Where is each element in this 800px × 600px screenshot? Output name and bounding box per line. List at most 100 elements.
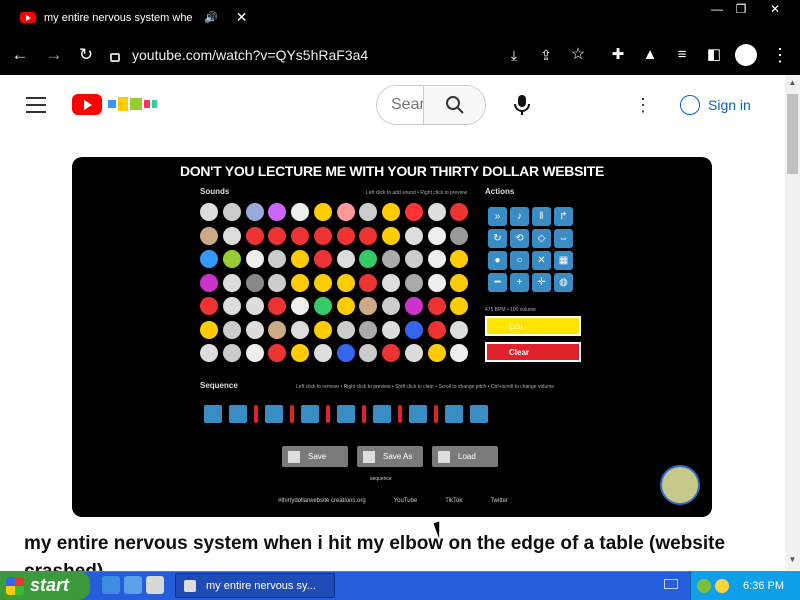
upload-icon bbox=[438, 450, 450, 463]
footer-link: TikTok bbox=[445, 498, 463, 504]
back-icon[interactable]: ← bbox=[8, 43, 32, 67]
video-footer-links: #thirtydollarwebsite creations.org YouTu… bbox=[278, 498, 508, 504]
settings-kebab-icon[interactable]: ⋮ bbox=[634, 95, 652, 115]
speaker-icon[interactable]: 🔊 bbox=[204, 11, 218, 24]
desktop-quicklaunch-icon[interactable] bbox=[124, 576, 142, 594]
sound-icon bbox=[200, 344, 218, 363]
jump-icon[interactable]: ↱ bbox=[554, 207, 573, 226]
url-text: youtube.com/watch?v=QYs5hRaF3a4 bbox=[132, 47, 369, 63]
window-close-icon[interactable]: ✕ bbox=[760, 0, 790, 18]
sequence-row bbox=[204, 405, 534, 423]
share-icon[interactable]: ⇪ bbox=[534, 43, 558, 67]
sound-icon bbox=[404, 203, 423, 221]
plus-icon[interactable]: + bbox=[510, 273, 529, 292]
youtube-logo[interactable] bbox=[72, 94, 102, 115]
hamburger-menu-icon[interactable] bbox=[26, 97, 46, 113]
install-icon[interactable]: ⤓ bbox=[502, 43, 526, 67]
loop-alt-icon[interactable]: ⟲ bbox=[510, 229, 529, 248]
arrows-icon[interactable]: ⇔ bbox=[554, 229, 573, 248]
reload-icon[interactable]: ↻ bbox=[74, 43, 98, 67]
pause-icon[interactable]: ‖ bbox=[532, 207, 551, 226]
sequence-divider bbox=[290, 405, 294, 423]
circle-icon[interactable]: ○ bbox=[510, 251, 529, 270]
sound-icon bbox=[222, 203, 241, 221]
actions-grid: » ♪ ‖ ↱ ↻ ⟲ ◇ ⇔ ● ○ ✕ ▦ ━ + ✛ ◍ bbox=[488, 207, 580, 292]
sidepanel-icon[interactable]: ◧ bbox=[702, 43, 726, 67]
scrollbar-thumb[interactable] bbox=[787, 94, 798, 174]
labs-icon[interactable]: ▲ bbox=[638, 43, 662, 67]
extensions-icon[interactable]: ✚ bbox=[606, 43, 630, 67]
youtube-doodle-icon[interactable] bbox=[106, 94, 158, 115]
sound-icon bbox=[313, 203, 332, 221]
clear-button[interactable]: Clear bbox=[485, 342, 581, 362]
scroll-up-icon[interactable]: ▲ bbox=[785, 78, 800, 90]
sequence-item[interactable] bbox=[373, 405, 391, 423]
save-button[interactable]: Save bbox=[282, 446, 348, 467]
sound-icon bbox=[268, 297, 287, 316]
sequence-item[interactable] bbox=[470, 405, 488, 423]
edit-button[interactable]: Edit bbox=[485, 316, 581, 336]
media-quicklaunch-icon[interactable] bbox=[146, 576, 164, 594]
tray-app-icon-2[interactable] bbox=[715, 578, 730, 593]
sequence-item[interactable] bbox=[409, 405, 427, 423]
loop-icon[interactable]: ↻ bbox=[488, 229, 507, 248]
taskbar-window-label: my entire nervous sy... bbox=[206, 579, 316, 592]
palette-icon[interactable]: ◍ bbox=[554, 273, 573, 292]
sign-in-button[interactable]: Sign in bbox=[680, 91, 751, 119]
sound-icon bbox=[359, 297, 378, 316]
sound-icon bbox=[450, 320, 469, 339]
media-icon[interactable]: ≡ bbox=[670, 43, 694, 67]
forward-icon[interactable]: → bbox=[42, 43, 66, 67]
dot-icon[interactable]: ● bbox=[488, 251, 507, 270]
save-as-button[interactable]: Save As bbox=[357, 446, 423, 467]
sound-icon bbox=[382, 226, 400, 245]
sound-icon bbox=[427, 226, 446, 245]
line-icon[interactable]: ━ bbox=[488, 273, 507, 292]
search-input[interactable] bbox=[377, 86, 423, 124]
grid-icon[interactable]: ▦ bbox=[554, 251, 573, 270]
sound-icon bbox=[382, 203, 400, 221]
channel-watermark-icon[interactable] bbox=[660, 465, 700, 505]
fast-forward-icon[interactable]: » bbox=[488, 207, 507, 226]
sequence-item[interactable] bbox=[265, 405, 283, 423]
volume-icon[interactable]: ♪ bbox=[510, 207, 529, 226]
sequence-item[interactable] bbox=[301, 405, 319, 423]
sequence-item[interactable] bbox=[337, 405, 355, 423]
diamond-icon[interactable]: ◇ bbox=[532, 229, 551, 248]
load-button[interactable]: Load bbox=[432, 446, 498, 467]
sound-icon bbox=[222, 320, 241, 339]
menu-icon[interactable]: ⋮ bbox=[768, 43, 792, 67]
cross-icon[interactable]: ✛ bbox=[532, 273, 551, 292]
sound-icon bbox=[200, 226, 218, 245]
windows-taskbar bbox=[0, 571, 800, 600]
footer-link: YouTube bbox=[393, 498, 418, 504]
taskbar-window-button[interactable]: my entire nervous sy... bbox=[175, 573, 335, 598]
address-bar[interactable]: youtube.com/watch?v=QYs5hRaF3a4 bbox=[110, 40, 490, 70]
scroll-down-icon[interactable]: ▼ bbox=[785, 555, 800, 567]
start-button[interactable]: start bbox=[0, 571, 90, 600]
ie-quicklaunch-icon[interactable] bbox=[102, 576, 120, 594]
sound-icon bbox=[382, 297, 400, 316]
search-box[interactable] bbox=[376, 85, 486, 125]
microphone-icon[interactable] bbox=[512, 94, 532, 116]
sequence-item[interactable] bbox=[445, 405, 463, 423]
star-icon[interactable]: ☆ bbox=[566, 43, 590, 67]
sound-icon bbox=[382, 250, 400, 269]
sound-icon bbox=[336, 203, 355, 221]
profile-icon[interactable] bbox=[735, 44, 757, 66]
sound-icon bbox=[404, 344, 423, 363]
x-icon[interactable]: ✕ bbox=[532, 251, 551, 270]
sound-icon bbox=[245, 226, 264, 245]
sound-icon bbox=[404, 297, 423, 316]
search-button[interactable] bbox=[423, 86, 485, 124]
tab-close-icon[interactable]: ✕ bbox=[236, 9, 248, 26]
restore-icon[interactable]: ❐ bbox=[726, 0, 756, 18]
browser-tab[interactable]: my entire nervous system whe 🔊 ✕ bbox=[8, 0, 248, 35]
video-player[interactable]: DON'T YOU LECTURE ME WITH YOUR THIRTY DO… bbox=[72, 157, 712, 517]
sequence-item[interactable] bbox=[229, 405, 247, 423]
sound-icon bbox=[291, 273, 309, 292]
sequence-item[interactable] bbox=[204, 405, 222, 423]
keyboard-icon[interactable] bbox=[664, 579, 678, 589]
tray-app-icon[interactable] bbox=[697, 578, 712, 593]
clock[interactable]: 6:36 PM bbox=[743, 580, 784, 592]
